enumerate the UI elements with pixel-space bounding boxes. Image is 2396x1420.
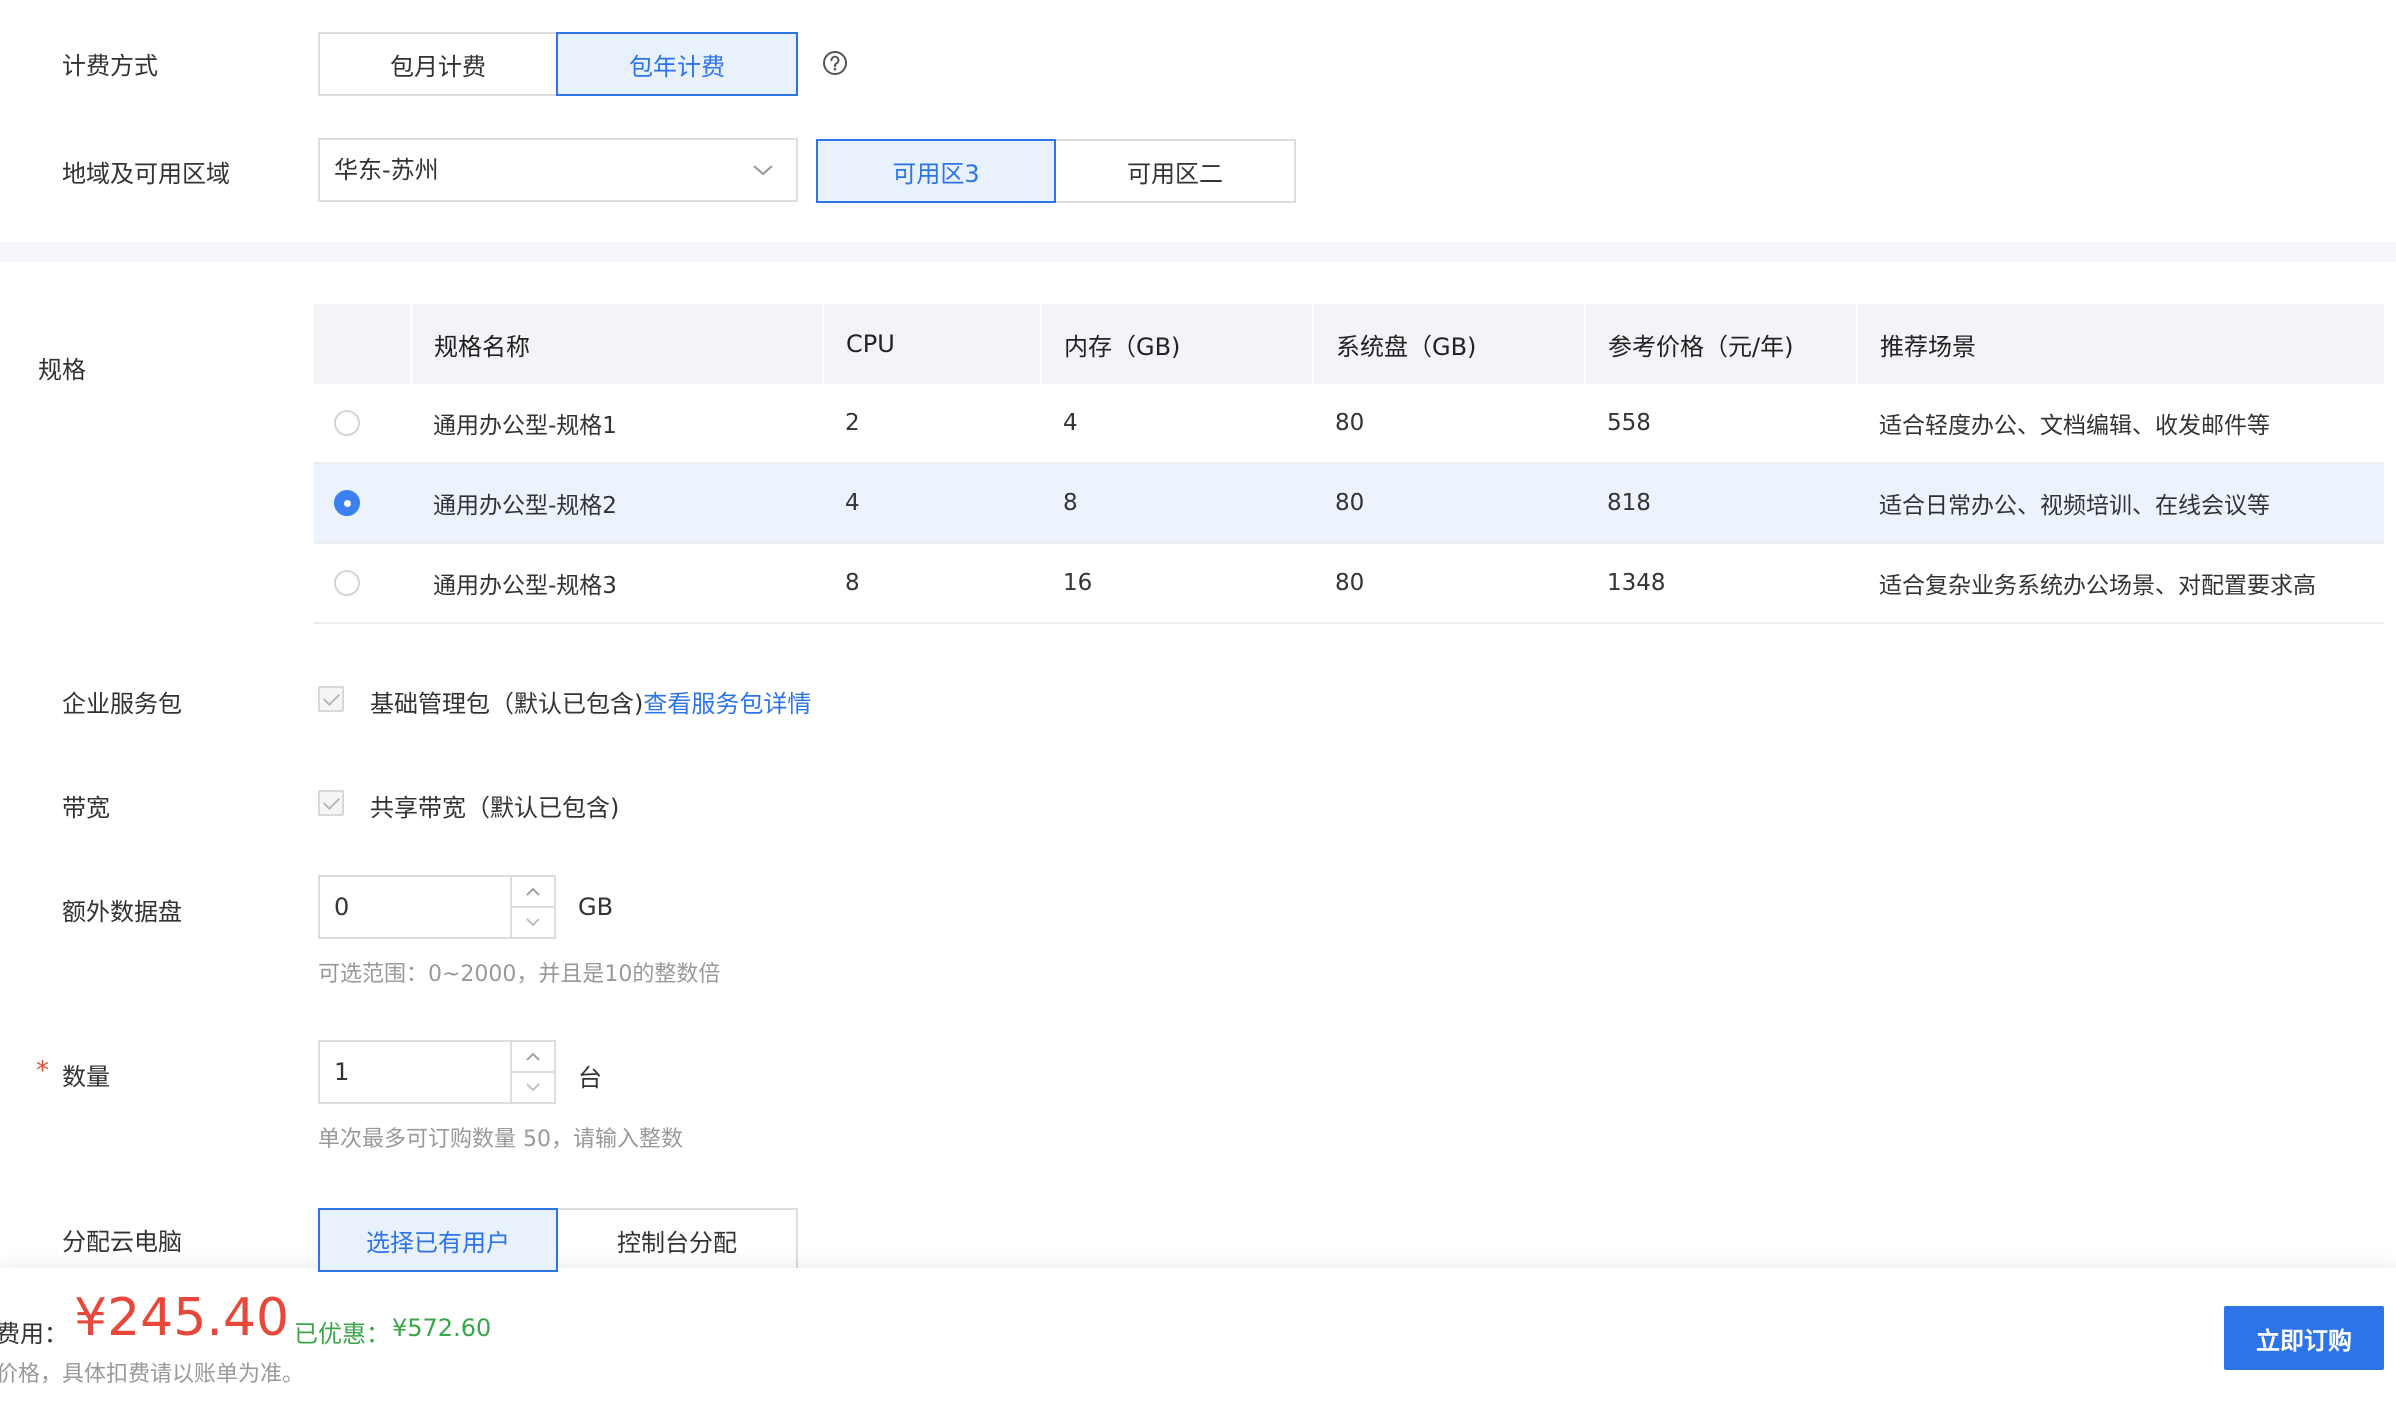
data-disk-stepper[interactable]: 0 <box>318 875 556 939</box>
col-scene: 推荐场景 <box>1856 304 2384 384</box>
service-pack-text: 基础管理包（默认已包含)查看服务包详情 <box>370 684 811 719</box>
region-label: 地域及可用区域 <box>62 160 230 188</box>
data-disk-input[interactable]: 0 <box>334 877 349 937</box>
spec-cpu: 2 <box>823 384 1041 464</box>
col-price: 参考价格（元/年) <box>1584 304 1857 384</box>
assign-label: 分配云电脑 <box>62 1228 182 1256</box>
assign-existing-user-option[interactable]: 选择已有用户 <box>318 1208 558 1272</box>
col-cpu: CPU <box>822 304 1041 384</box>
spec-name: 通用办公型-规格1 <box>411 384 823 464</box>
data-disk-label: 额外数据盘 <box>62 898 182 926</box>
spec-memory: 4 <box>1041 384 1313 464</box>
bandwidth-text: 共享带宽（默认已包含) <box>370 794 620 822</box>
chevron-down-icon[interactable] <box>512 907 554 937</box>
spec-name: 通用办公型-规格2 <box>411 463 823 544</box>
zone-option-2[interactable]: 可用区二 <box>1054 139 1296 203</box>
assign-console-option[interactable]: 控制台分配 <box>556 1208 798 1272</box>
spec-price: 818 <box>1585 463 1857 544</box>
table-row[interactable]: 通用办公型-规格3 8 16 80 1348 适合复杂业务系统办公场景、对配置要… <box>314 543 2384 624</box>
region-select-value: 华东-苏州 <box>334 156 439 184</box>
required-mark: * <box>36 1056 49 1086</box>
discount-value: ¥572.60 <box>392 1314 492 1342</box>
data-disk-hint: 可选范围：0~2000，并且是10的整数倍 <box>318 962 721 987</box>
spec-table-header: 规格名称 CPU 内存（GB) 系统盘（GB) 参考价格（元/年) 推荐场景 <box>314 304 2384 384</box>
spec-radio-3[interactable] <box>334 570 360 597</box>
spec-name: 通用办公型-规格3 <box>411 543 823 624</box>
col-system-disk: 系统盘（GB) <box>1312 304 1585 384</box>
service-pack-details-link[interactable]: 查看服务包详情 <box>643 690 811 718</box>
billing-label: 计费方式 <box>62 52 158 80</box>
col-name: 规格名称 <box>410 304 823 384</box>
spec-radio-1[interactable] <box>334 410 360 437</box>
service-pack-label: 企业服务包 <box>62 690 182 718</box>
spec-scene: 适合复杂业务系统办公场景、对配置要求高 <box>1857 543 2384 624</box>
spec-disk: 80 <box>1313 463 1585 544</box>
bandwidth-checkbox[interactable] <box>318 790 344 816</box>
spec-disk: 80 <box>1313 384 1585 464</box>
quantity-input[interactable]: 1 <box>334 1042 349 1102</box>
chevron-up-icon[interactable] <box>512 877 554 908</box>
chevron-up-icon[interactable] <box>512 1042 554 1073</box>
spec-memory: 8 <box>1041 463 1313 544</box>
table-row[interactable]: 通用办公型-规格2 4 8 80 818 适合日常办公、视频培训、在线会议等 <box>314 463 2384 544</box>
data-disk-unit: GB <box>578 893 614 921</box>
spec-table: 规格名称 CPU 内存（GB) 系统盘（GB) 参考价格（元/年) 推荐场景 通… <box>314 304 2384 624</box>
table-row[interactable]: 通用办公型-规格1 2 4 80 558 适合轻度办公、文档编辑、收发邮件等 <box>314 384 2384 464</box>
billing-monthly-option[interactable]: 包月计费 <box>318 32 558 96</box>
quantity-unit: 台 <box>578 1064 602 1092</box>
col-memory: 内存（GB) <box>1040 304 1313 384</box>
spec-price: 558 <box>1585 384 1857 464</box>
spec-memory: 16 <box>1041 543 1313 624</box>
spec-cpu: 8 <box>823 543 1041 624</box>
col-select <box>314 304 411 384</box>
buy-now-button[interactable]: 立即订购 <box>2224 1306 2384 1370</box>
discount-label: 已优惠： <box>294 1320 390 1348</box>
service-pack-name: 基础管理包（默认已包含) <box>370 690 644 718</box>
total-price: ¥245.40 <box>74 1288 290 1348</box>
chevron-down-icon <box>752 160 774 184</box>
price-note: 价格，具体扣费请以账单为准。 <box>0 1362 305 1387</box>
spec-scene: 适合轻度办公、文档编辑、收发邮件等 <box>1857 384 2384 464</box>
spec-cpu: 4 <box>823 463 1041 544</box>
service-pack-checkbox[interactable] <box>318 686 344 712</box>
order-footer: 费用： ¥245.40 已优惠： ¥572.60 价格，具体扣费请以账单为准。 … <box>0 1268 2396 1420</box>
chevron-down-icon[interactable] <box>512 1072 554 1102</box>
spec-price: 1348 <box>1585 543 1857 624</box>
zone-option-3[interactable]: 可用区3 <box>816 139 1056 203</box>
fee-label: 费用： <box>0 1320 68 1348</box>
spec-label: 规格 <box>38 356 86 384</box>
spec-disk: 80 <box>1313 543 1585 624</box>
bandwidth-label: 带宽 <box>62 794 110 822</box>
quantity-hint: 单次最多可订购数量 50，请输入整数 <box>318 1127 683 1152</box>
spec-scene: 适合日常办公、视频培训、在线会议等 <box>1857 463 2384 544</box>
spec-radio-2[interactable] <box>334 490 360 517</box>
quantity-label: 数量 <box>62 1063 110 1091</box>
region-select[interactable]: 华东-苏州 <box>318 138 798 202</box>
section-divider <box>0 242 2396 262</box>
billing-yearly-option[interactable]: 包年计费 <box>556 32 798 96</box>
quantity-stepper[interactable]: 1 <box>318 1040 556 1104</box>
help-icon[interactable] <box>822 50 848 76</box>
